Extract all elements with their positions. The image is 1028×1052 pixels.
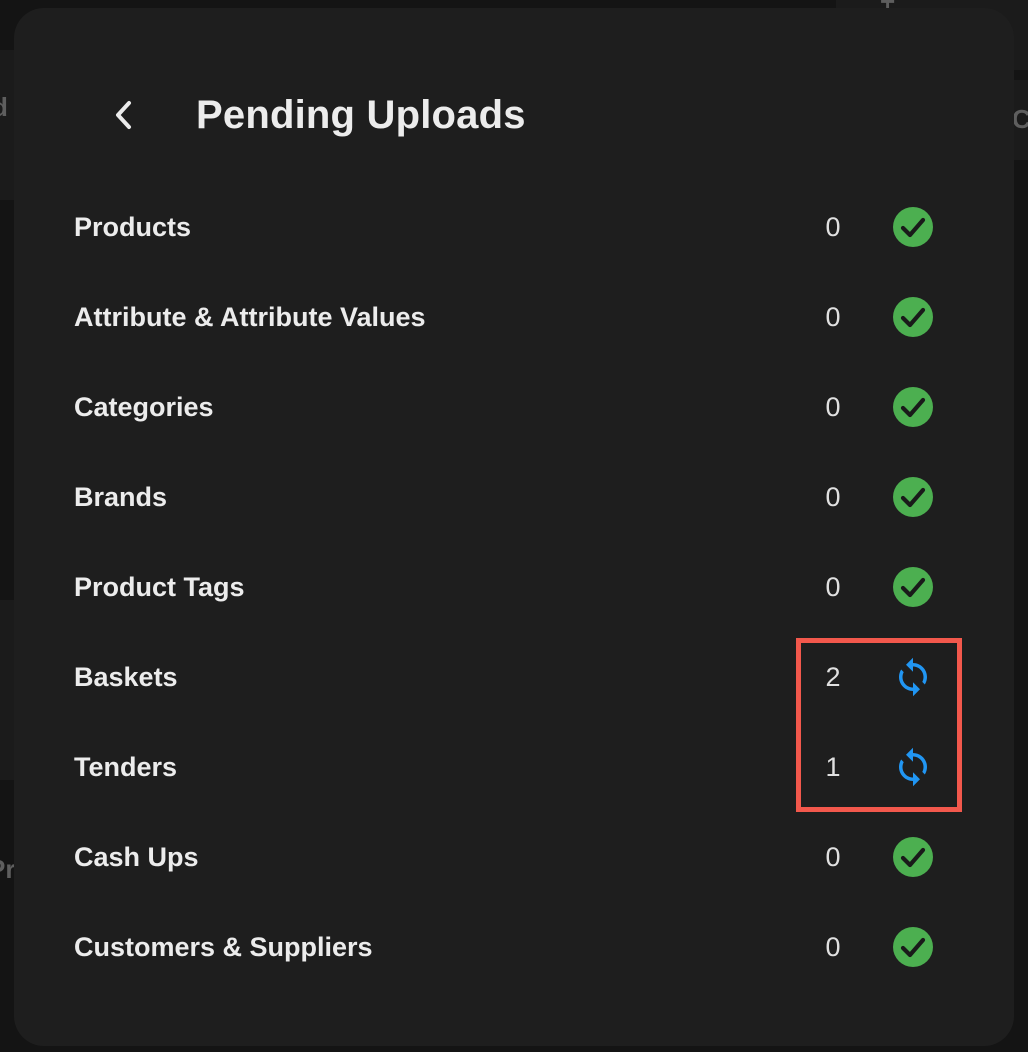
list-item[interactable]: Tenders 1 (74, 722, 954, 812)
pending-sync-status[interactable] (892, 746, 934, 788)
page-title: Pending Uploads (196, 92, 526, 137)
list-item[interactable]: Attribute & Attribute Values 0 (74, 272, 954, 362)
list-item[interactable]: Baskets 2 (74, 632, 954, 722)
synced-status (892, 296, 934, 338)
list-item[interactable]: Categories 0 (74, 362, 954, 452)
list-item[interactable]: Cash Ups 0 (74, 812, 954, 902)
chevron-left-icon (116, 101, 131, 129)
row-label: Cash Ups (74, 841, 199, 872)
background-panel (0, 50, 14, 200)
dialog-header: Pending Uploads (104, 84, 526, 146)
synced-status (892, 566, 934, 608)
check-circle-icon (893, 387, 933, 427)
synced-status (892, 206, 934, 248)
back-button[interactable] (104, 95, 144, 135)
row-label: Products (74, 211, 192, 242)
row-label: Brands (74, 481, 168, 512)
pending-sync-status[interactable] (892, 656, 934, 698)
check-circle-icon (893, 567, 933, 607)
background-panel (0, 600, 14, 780)
check-circle-icon (893, 927, 933, 967)
row-count: 0 (825, 211, 841, 242)
row-label: Product Tags (74, 571, 245, 602)
list-item[interactable]: Brands 0 (74, 452, 954, 542)
list-item[interactable]: Product Tags 0 (74, 542, 954, 632)
row-label: Tenders (74, 751, 178, 782)
row-count: 0 (825, 571, 841, 602)
check-circle-icon (893, 477, 933, 517)
row-count: 2 (825, 661, 841, 692)
synced-status (892, 476, 934, 518)
check-circle-icon (893, 297, 933, 337)
row-label: Categories (74, 391, 214, 422)
row-label: Baskets (74, 661, 178, 692)
row-count: 0 (825, 481, 841, 512)
synced-status (892, 926, 934, 968)
check-circle-icon (893, 837, 933, 877)
row-count: 0 (825, 931, 841, 962)
background-text: d (0, 92, 8, 123)
pending-uploads-dialog: Pending Uploads Products 0 Attribute & Att… (14, 8, 1014, 1046)
row-label: Customers & Suppliers (74, 931, 373, 962)
sync-icon (899, 657, 927, 697)
row-label: Attribute & Attribute Values (74, 301, 426, 332)
list-item[interactable]: Customers & Suppliers 0 (74, 902, 954, 992)
synced-status (892, 836, 934, 878)
check-circle-icon (893, 207, 933, 247)
row-count: 0 (825, 841, 841, 872)
row-count: 0 (825, 301, 841, 332)
background-text: C (1012, 104, 1028, 134)
row-count: 1 (825, 751, 841, 782)
synced-status (892, 386, 934, 428)
sync-icon (899, 747, 927, 787)
list-item[interactable]: Products 0 (74, 182, 954, 272)
row-count: 0 (825, 391, 841, 422)
